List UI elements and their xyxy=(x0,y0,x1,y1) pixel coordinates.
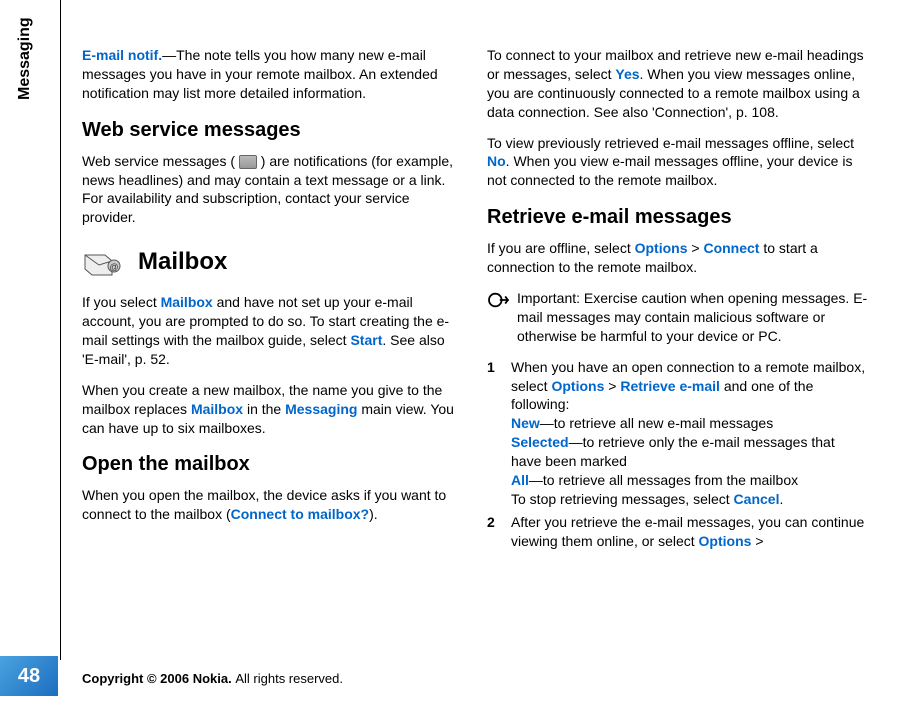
heading-web-service-messages: Web service messages xyxy=(82,117,463,144)
step-1-number: 1 xyxy=(487,358,501,509)
email-notif-label: E-mail notif. xyxy=(82,47,162,63)
important-prefix: Important: xyxy=(517,290,584,306)
connect-link: Connect xyxy=(703,240,759,256)
connect-to-mailbox-link: Connect to mailbox? xyxy=(231,506,369,522)
column-right: To connect to your mailbox and retrieve … xyxy=(487,46,868,658)
no-link: No xyxy=(487,153,506,169)
retrieve-email-link: Retrieve e-mail xyxy=(620,378,720,394)
column-left: E-mail notif.—The note tells you how man… xyxy=(82,46,463,658)
options-link-3: Options xyxy=(699,533,752,549)
start-link: Start xyxy=(350,332,382,348)
cancel-link: Cancel xyxy=(734,491,780,507)
selected-option: Selected xyxy=(511,434,569,450)
options-link: Options xyxy=(635,240,688,256)
options-link-2: Options xyxy=(551,378,604,394)
footer-copyright: Copyright © 2006 Nokia. xyxy=(82,671,235,686)
new-option: New xyxy=(511,415,540,431)
mailbox-link-2: Mailbox xyxy=(191,401,243,417)
web-service-para: Web service messages ( ) are notificatio… xyxy=(82,152,463,228)
mailbox-link: Mailbox xyxy=(161,294,213,310)
step-2: 2 After you retrieve the e-mail messages… xyxy=(487,513,868,551)
content-area: E-mail notif.—The note tells you how man… xyxy=(82,46,868,658)
step-2-number: 2 xyxy=(487,513,501,551)
messaging-link: Messaging xyxy=(285,401,357,417)
svg-text:@: @ xyxy=(109,262,118,272)
vertical-rule xyxy=(60,0,61,660)
important-note: Important: Exercise caution when opening… xyxy=(487,289,868,346)
side-bar: Messaging 48 xyxy=(0,0,58,706)
open-mailbox-para: When you open the mailbox, the device as… xyxy=(82,486,463,524)
heading-mailbox: Mailbox xyxy=(138,246,227,278)
email-notif-para: E-mail notif.—The note tells you how man… xyxy=(82,46,463,103)
retrieve-para-1: If you are offline, select Options > Con… xyxy=(487,239,868,277)
footer-rights: All rights reserved. xyxy=(235,671,343,686)
step-1: 1 When you have an open connection to a … xyxy=(487,358,868,509)
section-label: Messaging xyxy=(16,17,34,100)
connect-yes-para: To connect to your mailbox and retrieve … xyxy=(487,46,868,122)
heading-open-mailbox: Open the mailbox xyxy=(82,451,463,478)
important-icon xyxy=(487,291,509,309)
connect-no-para: To view previously retrieved e-mail mess… xyxy=(487,134,868,191)
mailbox-para-1: If you select Mailbox and have not set u… xyxy=(82,293,463,369)
mailbox-header: @ Mailbox xyxy=(82,245,463,279)
page-number: 48 xyxy=(0,656,58,696)
steps-list: 1 When you have an open connection to a … xyxy=(487,358,868,551)
all-option: All xyxy=(511,472,529,488)
heading-retrieve-email: Retrieve e-mail messages xyxy=(487,204,868,231)
mailbox-para-2: When you create a new mailbox, the name … xyxy=(82,381,463,438)
web-service-icon xyxy=(239,155,257,169)
footer: Copyright © 2006 Nokia. All rights reser… xyxy=(82,671,343,686)
web-text-1: Web service messages ( xyxy=(82,153,239,169)
yes-link: Yes xyxy=(615,66,639,82)
mailbox-icon: @ xyxy=(82,245,124,279)
